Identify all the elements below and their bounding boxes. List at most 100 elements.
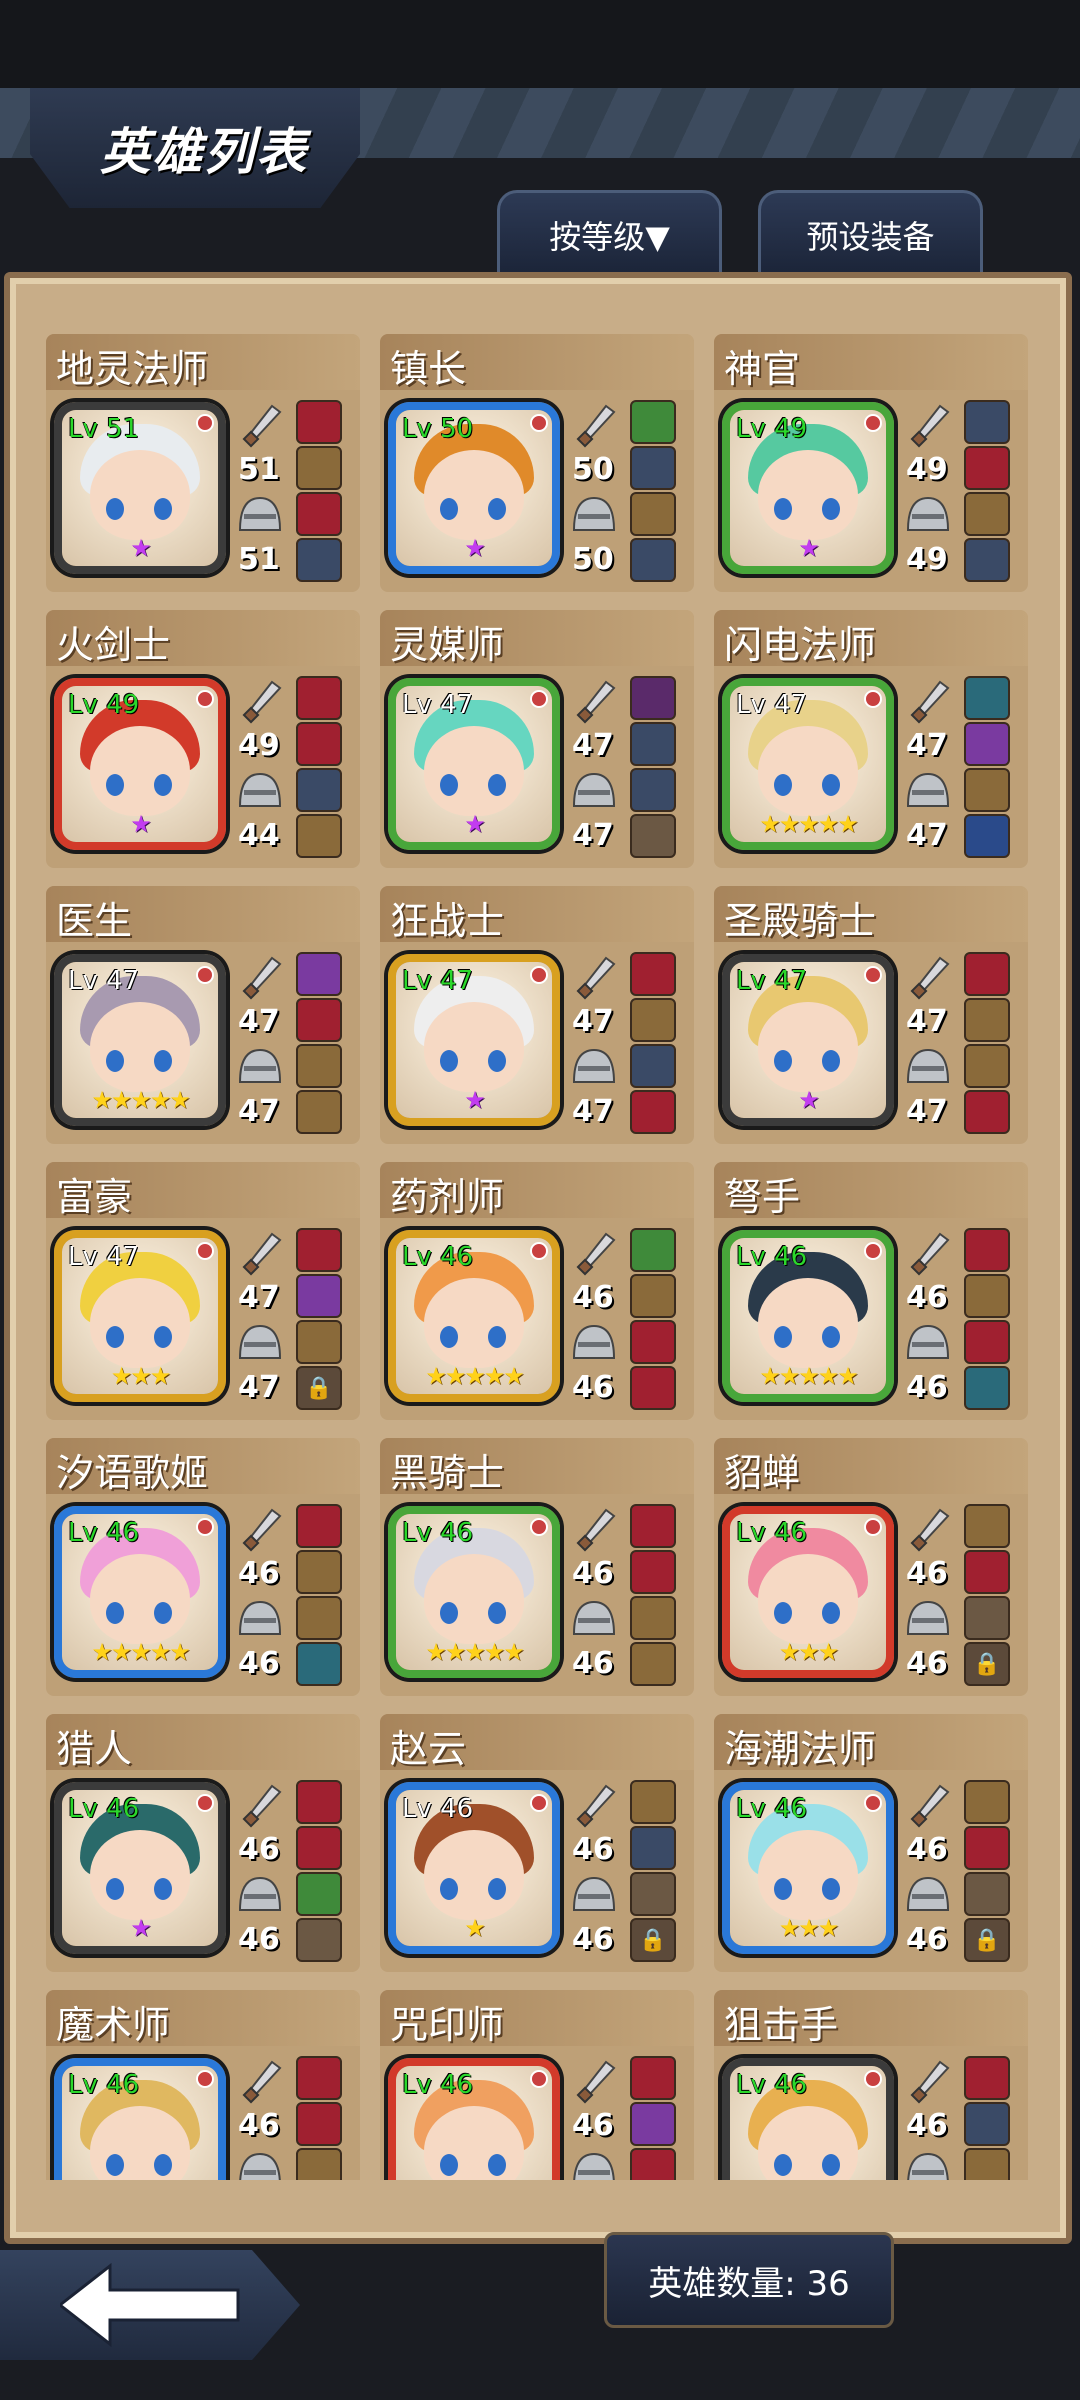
hero-card[interactable]: 猎人 Lv 46 ★ 46 46 xyxy=(46,1714,360,1972)
equipment-slot[interactable] xyxy=(630,2056,676,2100)
equipment-slot[interactable] xyxy=(630,2148,676,2180)
equipment-slot[interactable] xyxy=(630,1044,676,1088)
equipment-slot[interactable] xyxy=(964,538,1010,582)
hero-card[interactable]: 镇长 Lv 50 ★ 50 50 xyxy=(380,334,694,592)
equipment-slot[interactable] xyxy=(630,1780,676,1824)
hero-card[interactable]: 魔术师Lv 464646 xyxy=(46,1990,360,2180)
equipment-slot[interactable] xyxy=(630,1550,676,1594)
equipment-slot[interactable] xyxy=(630,1274,676,1318)
preset-equipment-button[interactable]: 预设装备 xyxy=(758,190,983,276)
equipment-slot[interactable] xyxy=(964,1320,1010,1364)
hero-portrait[interactable]: Lv 49 ★ xyxy=(54,678,226,850)
equipment-slot[interactable] xyxy=(630,1090,676,1134)
back-arrow-icon[interactable] xyxy=(60,2262,240,2348)
equipment-slot[interactable] xyxy=(630,952,676,996)
hero-portrait[interactable]: Lv 46 ★★★ xyxy=(722,1506,894,1678)
equipment-slot[interactable] xyxy=(964,1780,1010,1824)
hero-card[interactable]: 海潮法师 Lv 46 ★★★ 46 46 🔒 xyxy=(714,1714,1028,1972)
equipment-slot[interactable] xyxy=(964,722,1010,766)
hero-portrait[interactable]: Lv 46 xyxy=(722,2058,894,2180)
equipment-slot[interactable] xyxy=(964,1826,1010,1870)
hero-card[interactable]: 黑骑士 Lv 46 ★★★★★ 46 46 xyxy=(380,1438,694,1696)
equipment-slot[interactable] xyxy=(630,768,676,812)
equipment-slot[interactable] xyxy=(964,1504,1010,1548)
hero-card[interactable]: 咒印师Lv 464646 xyxy=(380,1990,694,2180)
hero-portrait[interactable]: Lv 46 xyxy=(388,2058,560,2180)
equipment-slot[interactable] xyxy=(964,1550,1010,1594)
hero-card[interactable]: 赵云 Lv 46 ★ 46 46 🔒 xyxy=(380,1714,694,1972)
equipment-slot[interactable] xyxy=(296,2102,342,2146)
equipment-slot[interactable] xyxy=(296,1780,342,1824)
equipment-slot[interactable] xyxy=(296,1228,342,1272)
hero-portrait[interactable]: Lv 50 ★ xyxy=(388,402,560,574)
hero-portrait[interactable]: Lv 46 ★★★★★ xyxy=(388,1230,560,1402)
equipment-slot[interactable] xyxy=(296,400,342,444)
equipment-slot[interactable] xyxy=(630,1826,676,1870)
equipment-slot[interactable] xyxy=(296,1274,342,1318)
hero-portrait[interactable]: Lv 49 ★ xyxy=(722,402,894,574)
equipment-slot[interactable] xyxy=(964,2102,1010,2146)
hero-card[interactable]: 闪电法师 Lv 47 ★★★★★ 47 47 xyxy=(714,610,1028,868)
hero-portrait[interactable]: Lv 47 ★★★★★ xyxy=(722,678,894,850)
equipment-slot[interactable] xyxy=(296,676,342,720)
equipment-slot[interactable] xyxy=(964,676,1010,720)
hero-portrait[interactable]: Lv 51 ★ xyxy=(54,402,226,574)
hero-card[interactable]: 灵媒师 Lv 47 ★ 47 47 xyxy=(380,610,694,868)
empty-equipment-slot[interactable] xyxy=(296,1918,342,1962)
equipment-slot[interactable] xyxy=(964,768,1010,812)
equipment-slot[interactable] xyxy=(296,2148,342,2180)
equipment-slot[interactable] xyxy=(964,400,1010,444)
hero-card[interactable]: 医生 Lv 47 ★★★★★ 47 47 xyxy=(46,886,360,1144)
hero-card[interactable]: 富豪 Lv 47 ★★★ 47 47 🔒 xyxy=(46,1162,360,1420)
equipment-slot[interactable] xyxy=(296,952,342,996)
hero-portrait[interactable]: Lv 46 ★★★ xyxy=(722,1782,894,1954)
equipment-slot[interactable] xyxy=(296,814,342,858)
hero-card[interactable]: 狙击手Lv 464646 xyxy=(714,1990,1028,2180)
equipment-slot[interactable] xyxy=(296,1550,342,1594)
equipment-slot[interactable] xyxy=(296,722,342,766)
equipment-slot[interactable] xyxy=(296,1504,342,1548)
hero-portrait[interactable]: Lv 46 ★★★★★ xyxy=(388,1506,560,1678)
lock-icon[interactable]: 🔒 xyxy=(630,1918,676,1962)
equipment-slot[interactable] xyxy=(630,446,676,490)
lock-icon[interactable]: 🔒 xyxy=(964,1918,1010,1962)
hero-card[interactable]: 汐语歌姬 Lv 46 ★★★★★ 46 46 xyxy=(46,1438,360,1696)
hero-card[interactable]: 神官 Lv 49 ★ 49 49 xyxy=(714,334,1028,592)
empty-equipment-slot[interactable] xyxy=(630,1872,676,1916)
equipment-slot[interactable] xyxy=(964,2148,1010,2180)
equipment-slot[interactable] xyxy=(296,1320,342,1364)
equipment-slot[interactable] xyxy=(296,1642,342,1686)
sort-by-level-button[interactable]: 按等级▼ xyxy=(497,190,722,276)
equipment-slot[interactable] xyxy=(630,1366,676,1410)
hero-portrait[interactable]: Lv 47 ★ xyxy=(388,678,560,850)
equipment-slot[interactable] xyxy=(964,1228,1010,1272)
empty-equipment-slot[interactable] xyxy=(964,1596,1010,1640)
empty-equipment-slot[interactable] xyxy=(630,814,676,858)
hero-portrait[interactable]: Lv 47 ★ xyxy=(722,954,894,1126)
hero-card[interactable]: 地灵法师 Lv 51 ★ 51 51 xyxy=(46,334,360,592)
equipment-slot[interactable] xyxy=(296,1596,342,1640)
hero-card[interactable]: 狂战士 Lv 47 ★ 47 47 xyxy=(380,886,694,1144)
empty-equipment-slot[interactable] xyxy=(964,1872,1010,1916)
equipment-slot[interactable] xyxy=(296,1044,342,1088)
hero-card[interactable]: 弩手 Lv 46 ★★★★★ 46 46 xyxy=(714,1162,1028,1420)
equipment-slot[interactable] xyxy=(964,1090,1010,1134)
hero-portrait[interactable]: Lv 47 ★ xyxy=(388,954,560,1126)
lock-icon[interactable]: 🔒 xyxy=(964,1642,1010,1686)
equipment-slot[interactable] xyxy=(964,952,1010,996)
equipment-slot[interactable] xyxy=(296,2056,342,2100)
hero-portrait[interactable]: Lv 47 ★★★ xyxy=(54,1230,226,1402)
hero-portrait[interactable]: Lv 46 xyxy=(54,2058,226,2180)
equipment-slot[interactable] xyxy=(296,1872,342,1916)
equipment-slot[interactable] xyxy=(296,1090,342,1134)
hero-card[interactable]: 火剑士 Lv 49 ★ 49 44 xyxy=(46,610,360,868)
equipment-slot[interactable] xyxy=(296,492,342,536)
hero-card[interactable]: 圣殿骑士 Lv 47 ★ 47 47 xyxy=(714,886,1028,1144)
equipment-slot[interactable] xyxy=(296,768,342,812)
equipment-slot[interactable] xyxy=(296,538,342,582)
hero-portrait[interactable]: Lv 46 ★ xyxy=(54,1782,226,1954)
equipment-slot[interactable] xyxy=(964,998,1010,1042)
equipment-slot[interactable] xyxy=(964,814,1010,858)
equipment-slot[interactable] xyxy=(964,1366,1010,1410)
hero-portrait[interactable]: Lv 46 ★★★★★ xyxy=(722,1230,894,1402)
